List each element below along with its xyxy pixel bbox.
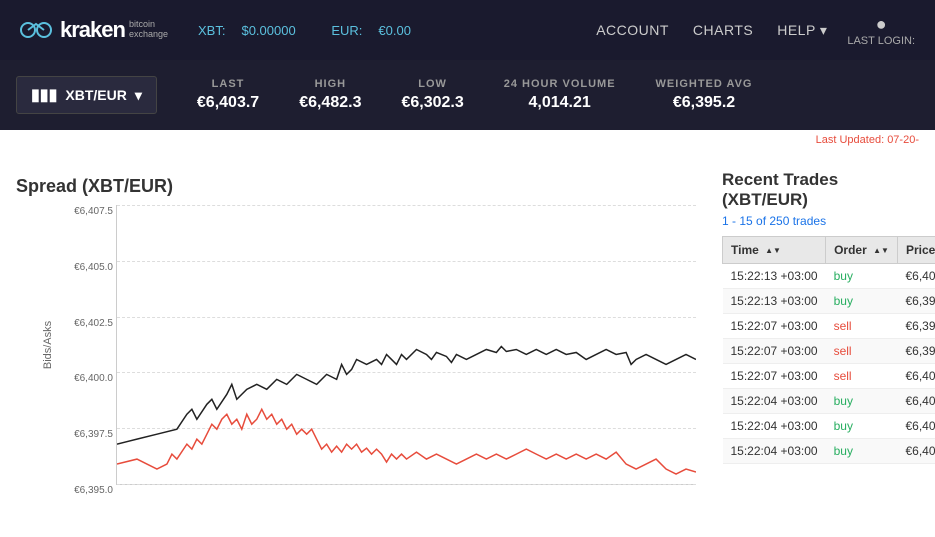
ticker-bar: ▮▮▮ XBT/EUR ▾ LAST €6,403.7 HIGH €6,482.… (0, 60, 935, 130)
charts-link[interactable]: CHARTS (693, 22, 753, 38)
trade-order: buy (826, 289, 898, 314)
high-label: HIGH (315, 78, 347, 90)
trade-order: buy (826, 264, 898, 289)
table-row: 15:22:07 +03:00sell€6,397.0 (723, 314, 935, 339)
help-dropdown-icon: ▾ (820, 22, 828, 39)
high-value: €6,482.3 (299, 94, 361, 112)
trade-price: €6,404.2 (897, 389, 935, 414)
time-sort-icon[interactable]: ▲▼ (765, 247, 781, 255)
low-label: LOW (418, 78, 447, 90)
y-label-3: €6,402.5 (74, 318, 113, 329)
y-axis-label: Bids/Asks (42, 321, 54, 369)
pair-dropdown-icon: ▾ (135, 87, 142, 104)
ticker-volume: 24 HOUR VOLUME 4,014.21 (504, 78, 616, 112)
trade-time: 15:22:13 +03:00 (723, 264, 826, 289)
trade-order: sell (826, 314, 898, 339)
table-row: 15:22:07 +03:00sell€6,400.1 (723, 364, 935, 389)
main-content: Spread (XBT/EUR) Bids/Asks €6,407.5 €6,4… (0, 146, 935, 537)
table-row: 15:22:07 +03:00sell€6,397.1 (723, 339, 935, 364)
eur-value: €0.00 (378, 23, 411, 38)
table-row: 15:22:04 +03:00buy€6,404.2 (723, 389, 935, 414)
trades-table: Time ▲▼ Order ▲▼ Price ▲▼ 15:22:13 +03:0… (722, 236, 935, 464)
xbt-value: $0.00000 (241, 23, 295, 38)
trade-price: €6,397.0 (897, 289, 935, 314)
ticker-high: HIGH €6,482.3 (299, 78, 361, 112)
table-row: 15:22:13 +03:00buy€6,403.7 (723, 264, 935, 289)
y-label-6: €6,395.0 (74, 485, 113, 496)
kraken-logo-icon (20, 18, 52, 42)
last-updated: Last Updated: 07-20- (0, 130, 935, 146)
trade-time: 15:22:04 +03:00 (723, 414, 826, 439)
trade-price: €6,397.1 (897, 339, 935, 364)
logo-area: kraken bitcoin exchange (20, 17, 168, 43)
account-link[interactable]: ACCOUNT (596, 22, 669, 38)
y-label-4: €6,400.0 (74, 373, 113, 384)
ticker-low: LOW €6,302.3 (401, 78, 463, 112)
y-label-5: €6,397.5 (74, 429, 113, 440)
trade-price: €6,397.0 (897, 314, 935, 339)
order-sort-icon[interactable]: ▲▼ (873, 247, 889, 255)
pair-selector[interactable]: ▮▮▮ XBT/EUR ▾ (16, 76, 157, 114)
last-label: LAST (212, 78, 245, 90)
th-price[interactable]: Price ▲▼ (897, 237, 935, 264)
eur-label: EUR: (331, 23, 362, 38)
ticker-wavg: WEIGHTED AVG €6,395.2 (656, 78, 753, 112)
top-navigation: kraken bitcoin exchange XBT: $0.00000 EU… (0, 0, 935, 60)
trade-order: sell (826, 339, 898, 364)
ticker-last: LAST €6,403.7 (197, 78, 259, 112)
trades-count: 1 - 15 of 250 trades (722, 214, 925, 228)
y-label-1: €6,407.5 (74, 206, 113, 217)
th-time[interactable]: Time ▲▼ (723, 237, 826, 264)
trade-order: buy (826, 414, 898, 439)
help-link[interactable]: HELP ▾ (777, 22, 827, 39)
trade-time: 15:22:07 +03:00 (723, 339, 826, 364)
chart-bars-icon: ▮▮▮ (31, 85, 57, 105)
volume-value: 4,014.21 (529, 94, 591, 112)
logo-subtitle: bitcoin exchange (129, 20, 168, 40)
chart-area: Spread (XBT/EUR) Bids/Asks €6,407.5 €6,4… (0, 156, 712, 527)
chart-wrapper: Bids/Asks €6,407.5 €6,405.0 €6,402.5 €6,… (66, 205, 696, 485)
trade-price: €6,400.1 (897, 364, 935, 389)
order-header-label: Order (834, 243, 867, 257)
trades-area: Recent Trades (XBT/EUR) 1 - 15 of 250 tr… (712, 156, 935, 527)
trade-price: €6,403.6 (897, 439, 935, 464)
grid-line-6: €6,395.0 (117, 484, 696, 485)
th-order[interactable]: Order ▲▼ (826, 237, 898, 264)
wavg-label: WEIGHTED AVG (656, 78, 753, 90)
balance-display: XBT: $0.00000 EUR: €0.00 (198, 23, 411, 38)
trade-time: 15:22:04 +03:00 (723, 439, 826, 464)
trade-order: buy (826, 439, 898, 464)
last-login-label: LAST LOGIN: (847, 35, 915, 47)
price-header-label: Price (906, 243, 935, 257)
trade-time: 15:22:04 +03:00 (723, 389, 826, 414)
trades-title: Recent Trades (XBT/EUR) (722, 170, 925, 210)
user-area: ● LAST LOGIN: (847, 14, 915, 47)
trade-time: 15:22:07 +03:00 (723, 314, 826, 339)
trade-price: €6,404.0 (897, 414, 935, 439)
table-row: 15:22:04 +03:00buy€6,403.6 (723, 439, 935, 464)
y-label-2: €6,405.0 (74, 262, 113, 273)
low-value: €6,302.3 (401, 94, 463, 112)
spread-chart-svg (117, 205, 696, 484)
spread-title: Spread (XBT/EUR) (16, 176, 696, 197)
trade-price: €6,403.7 (897, 264, 935, 289)
time-header-label: Time (731, 243, 759, 257)
user-icon: ● (876, 14, 887, 35)
table-row: 15:22:13 +03:00buy€6,397.0 (723, 289, 935, 314)
wavg-value: €6,395.2 (673, 94, 735, 112)
trade-order: sell (826, 364, 898, 389)
trade-order: buy (826, 389, 898, 414)
table-header-row: Time ▲▼ Order ▲▼ Price ▲▼ (723, 237, 935, 264)
table-row: 15:22:04 +03:00buy€6,404.0 (723, 414, 935, 439)
logo-text: kraken (60, 17, 125, 43)
xbt-label: XBT: (198, 23, 225, 38)
trade-time: 15:22:07 +03:00 (723, 364, 826, 389)
selected-pair: XBT/EUR (65, 87, 126, 103)
volume-label: 24 HOUR VOLUME (504, 78, 616, 90)
trade-time: 15:22:13 +03:00 (723, 289, 826, 314)
chart-container: €6,407.5 €6,405.0 €6,402.5 €6,400.0 €6,3… (116, 205, 696, 485)
last-value: €6,403.7 (197, 94, 259, 112)
nav-links: ACCOUNT CHARTS HELP ▾ (596, 22, 827, 39)
